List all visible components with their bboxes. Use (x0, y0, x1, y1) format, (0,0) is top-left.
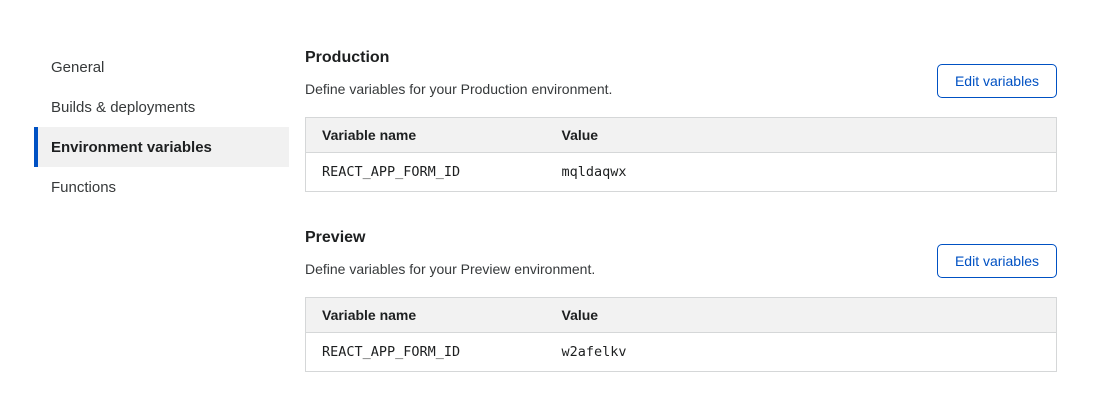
table-header-row: Variable name Value (306, 118, 1057, 153)
production-description: Define variables for your Production env… (305, 81, 612, 98)
settings-sidebar: General Builds & deployments Environment… (34, 47, 289, 207)
variable-value-cell: w2afelkv (546, 333, 1057, 372)
production-section: Production Define variables for your Pro… (305, 48, 1057, 192)
preview-description: Define variables for your Preview enviro… (305, 261, 595, 278)
variable-name-column-header: Variable name (306, 118, 546, 153)
sidebar-item-general[interactable]: General (34, 47, 289, 87)
sidebar-item-label: General (51, 59, 104, 76)
value-column-header: Value (546, 298, 1057, 333)
environment-variables-content: Production Define variables for your Pro… (305, 48, 1057, 408)
sidebar-item-label: Builds & deployments (51, 99, 195, 116)
production-section-text: Production Define variables for your Pro… (305, 48, 612, 98)
sidebar-item-functions[interactable]: Functions (34, 167, 289, 207)
table-row: REACT_APP_FORM_ID w2afelkv (306, 333, 1057, 372)
table-row: REACT_APP_FORM_ID mqldaqwx (306, 153, 1057, 192)
variable-name-column-header: Variable name (306, 298, 546, 333)
sidebar-item-environment-variables[interactable]: Environment variables (34, 127, 289, 167)
preview-edit-variables-button[interactable]: Edit variables (937, 244, 1057, 278)
preview-section: Preview Define variables for your Previe… (305, 228, 1057, 372)
production-variables-table: Variable name Value REACT_APP_FORM_ID mq… (305, 117, 1057, 192)
preview-section-header: Preview Define variables for your Previe… (305, 228, 1057, 278)
production-title: Production (305, 48, 612, 67)
settings-page: General Builds & deployments Environment… (0, 0, 1100, 420)
variable-name-cell: REACT_APP_FORM_ID (306, 153, 546, 192)
sidebar-item-label: Environment variables (51, 139, 212, 156)
variable-value-cell: mqldaqwx (546, 153, 1057, 192)
preview-section-text: Preview Define variables for your Previe… (305, 228, 595, 278)
table-header-row: Variable name Value (306, 298, 1057, 333)
variable-name-cell: REACT_APP_FORM_ID (306, 333, 546, 372)
preview-variables-table: Variable name Value REACT_APP_FORM_ID w2… (305, 297, 1057, 372)
production-section-header: Production Define variables for your Pro… (305, 48, 1057, 98)
sidebar-item-label: Functions (51, 179, 116, 196)
sidebar-item-builds-deployments[interactable]: Builds & deployments (34, 87, 289, 127)
value-column-header: Value (546, 118, 1057, 153)
preview-title: Preview (305, 228, 595, 247)
production-edit-variables-button[interactable]: Edit variables (937, 64, 1057, 98)
